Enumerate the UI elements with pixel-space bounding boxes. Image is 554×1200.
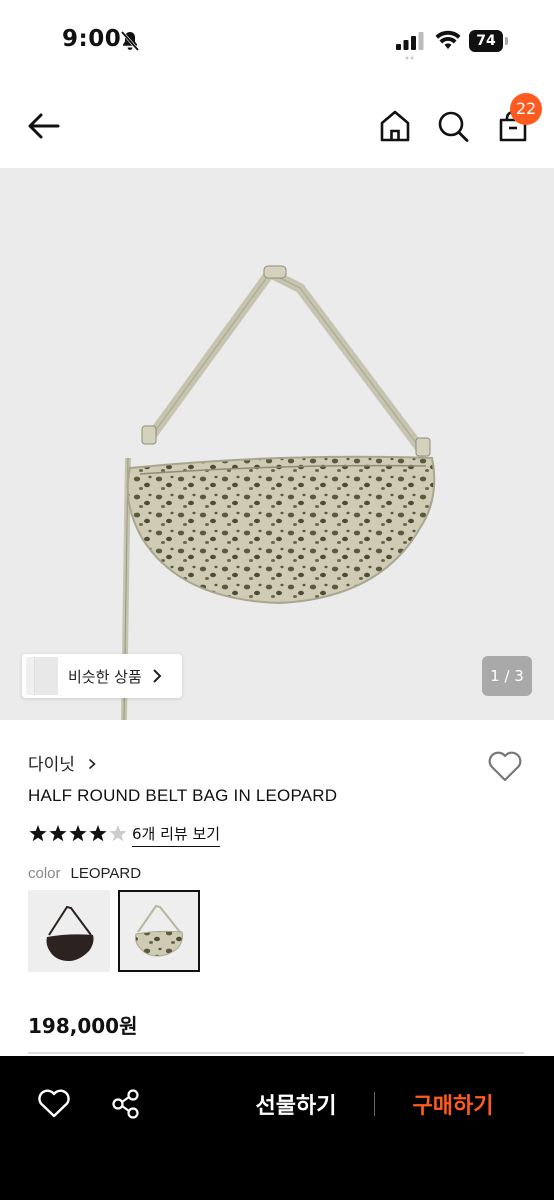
similar-thumbnail [34,657,58,695]
battery-level: 74 [469,30,503,52]
product-price: 198,000원 [28,1014,138,1038]
status-time: 9:00 [62,26,122,52]
bell-slash-icon [120,31,140,51]
top-navigation [0,84,554,168]
heart-icon[interactable] [486,748,524,784]
similar-products-button[interactable]: 비슷한 상품 [22,654,182,698]
wifi-icon [435,30,461,49]
product-image-gallery[interactable]: 비슷한 상품 1 / 3 [0,168,554,720]
image-page-indicator: 1 / 3 [482,656,532,696]
search-icon[interactable] [434,106,472,146]
camera-indicator-icon [405,56,414,60]
cart-count-badge: 22 [510,93,542,125]
color-option-row: color LEOPARD [28,864,141,882]
star-icon [29,825,47,842]
battery-icon: 74 [469,30,509,52]
battery-tip [505,37,508,45]
signal-icon [396,32,424,50]
share-icon[interactable] [108,1086,144,1122]
product-title: HALF ROUND BELT BAG IN LEOPARD [28,786,338,805]
color-value: LEOPARD [70,865,142,882]
star-icon [49,825,67,842]
color-swatch-black[interactable] [28,890,110,972]
leopard-bag-thumbnail [135,904,183,957]
star-icon [109,825,127,842]
divider [374,1092,375,1116]
back-arrow-icon[interactable] [24,108,64,144]
brand-name: 다이닛 [28,755,75,775]
product-image [121,265,436,720]
star-icon [69,825,87,842]
color-key-label: color [28,865,61,882]
black-bag-thumbnail [46,905,94,961]
rating-stars [29,825,127,842]
heart-icon[interactable] [36,1088,72,1120]
buy-button[interactable]: 구매하기 [396,1086,510,1126]
status-bar: 9:00 74 [0,0,554,84]
chevron-right-icon [153,669,162,683]
brand-link[interactable]: 다이닛 [28,750,97,775]
review-link[interactable]: 6개 리뷰 보기 [132,823,221,847]
divider [28,1052,524,1054]
gift-button[interactable]: 선물하기 [240,1086,352,1126]
home-icon[interactable] [376,106,414,146]
similar-products-label: 비슷한 상품 [68,668,142,686]
color-swatch-leopard[interactable] [118,890,200,972]
chevron-right-icon [89,758,97,770]
star-icon [89,825,107,842]
bottom-action-bar: 선물하기 구매하기 [0,1056,554,1200]
